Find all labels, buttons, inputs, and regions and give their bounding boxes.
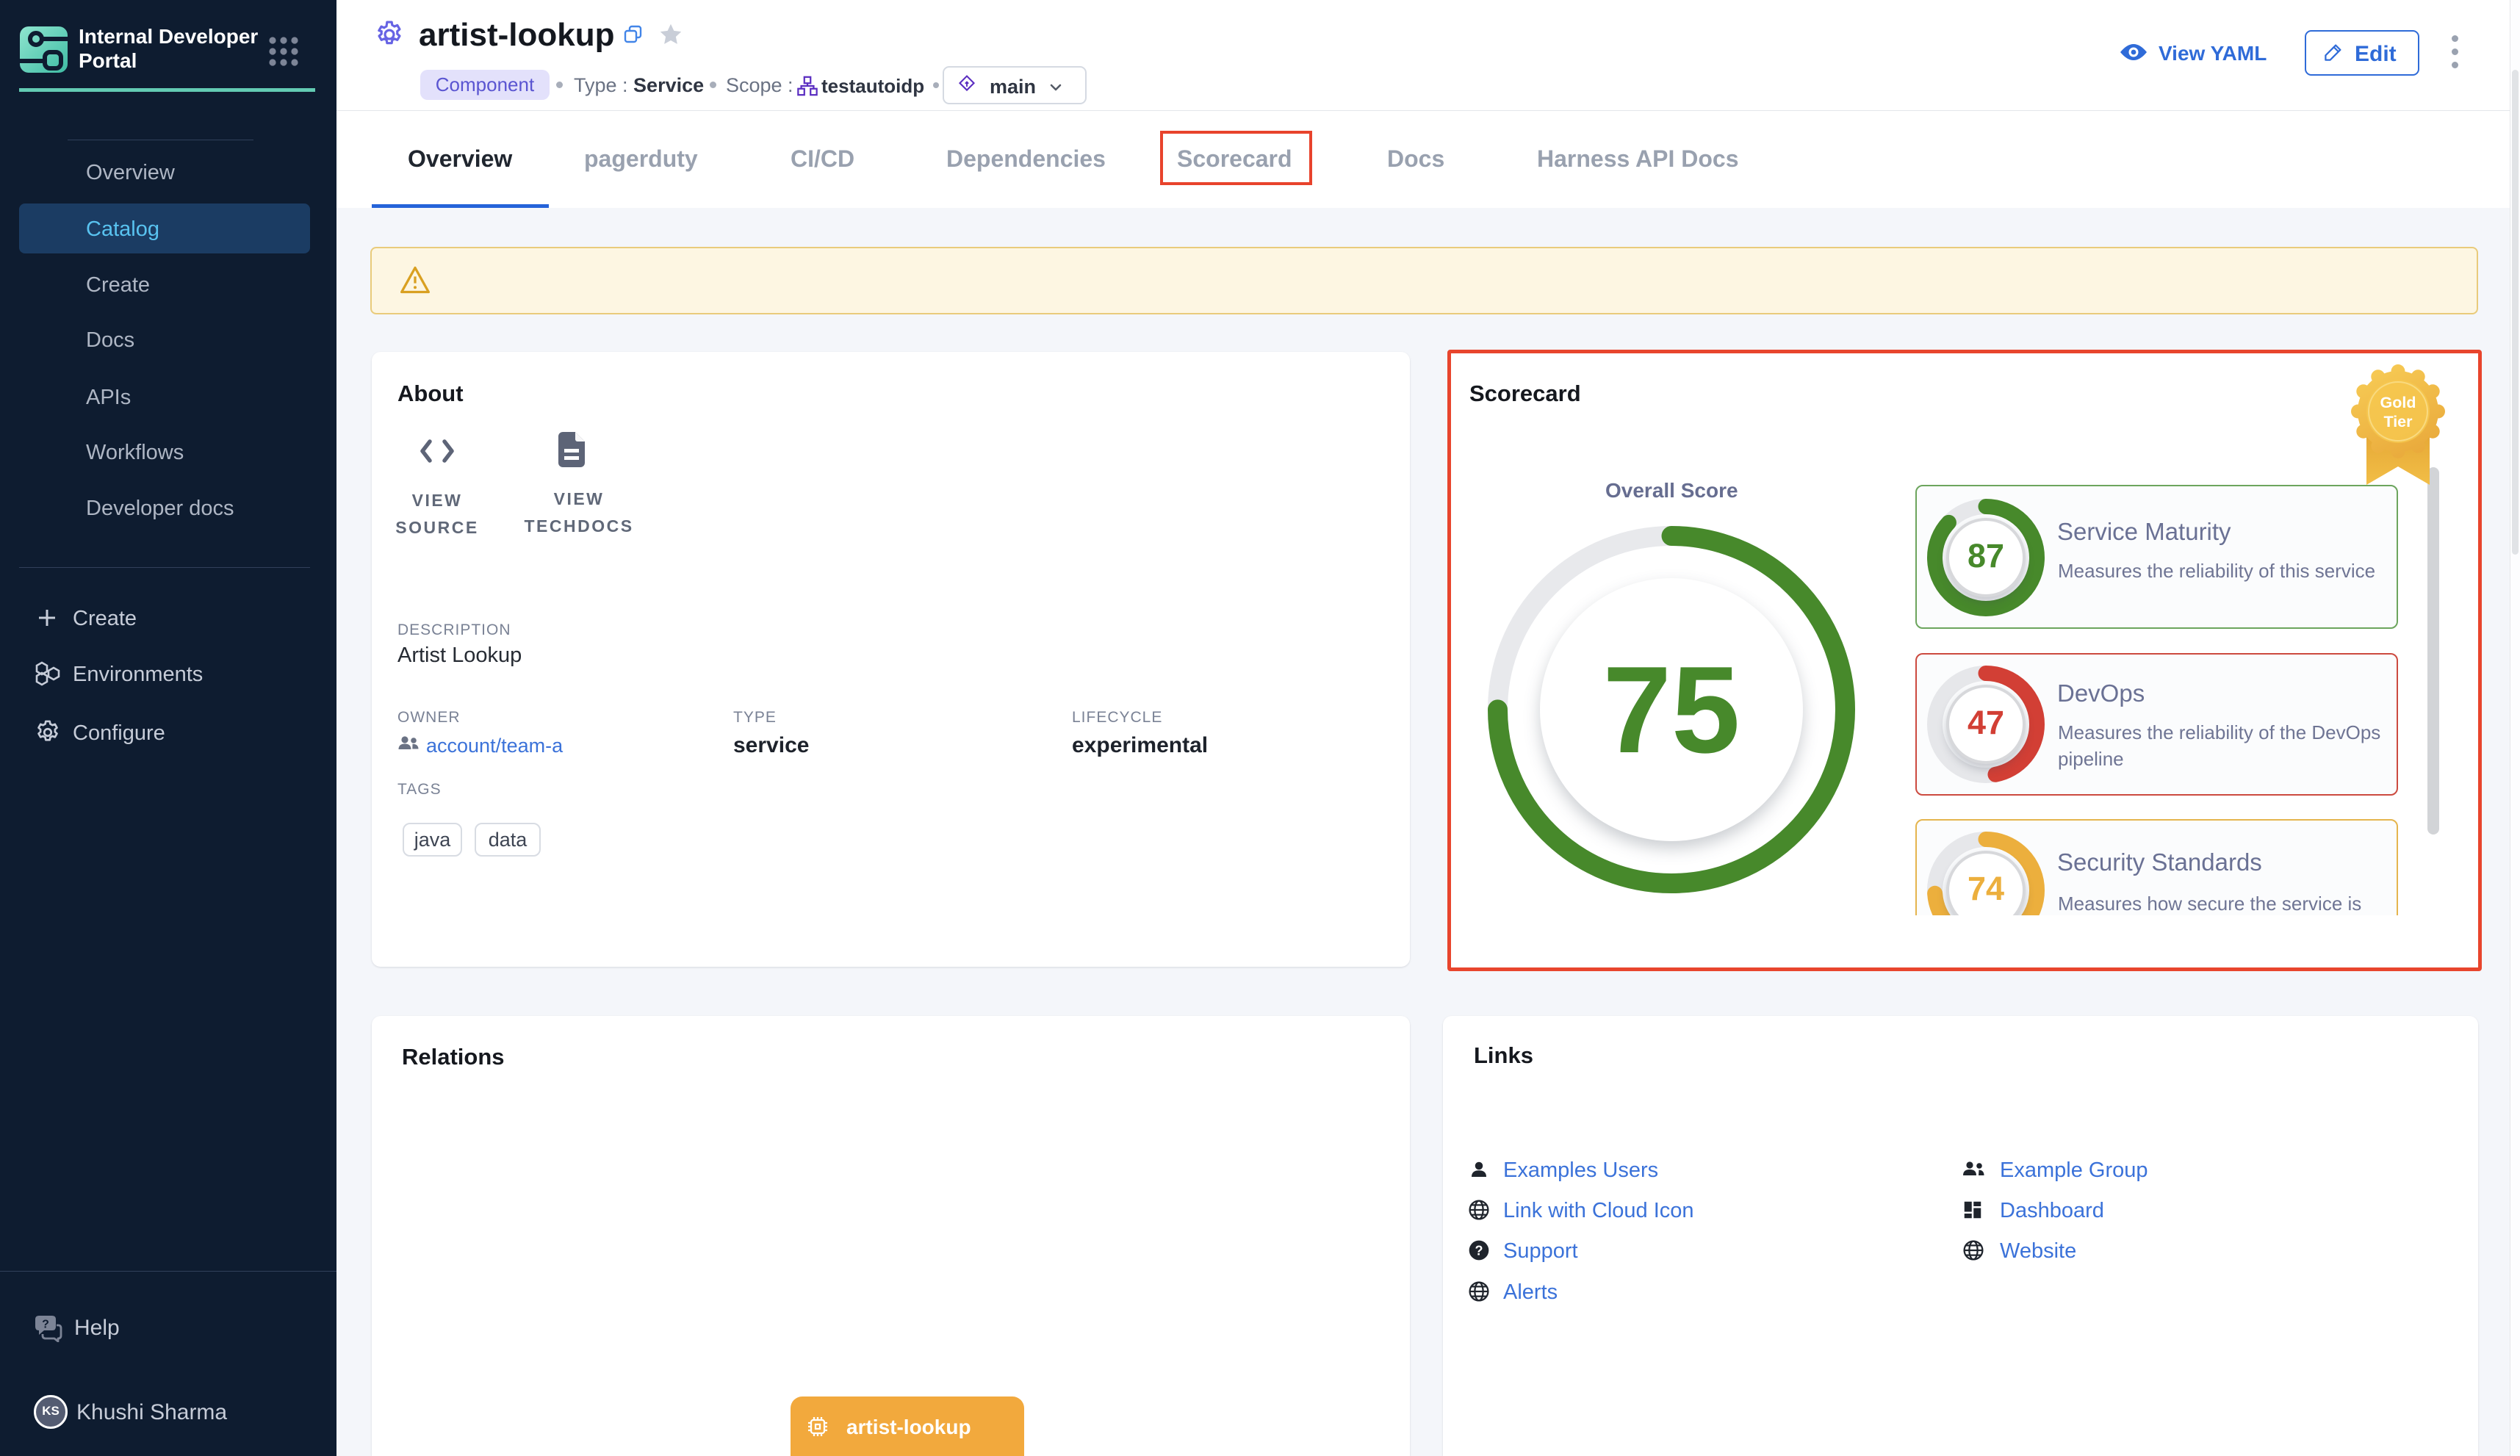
svg-text:?: ? — [1475, 1244, 1483, 1258]
svg-text:Tier: Tier — [2383, 413, 2413, 430]
svg-text:Gold: Gold — [2380, 394, 2416, 411]
svg-text:?: ? — [42, 1319, 49, 1331]
